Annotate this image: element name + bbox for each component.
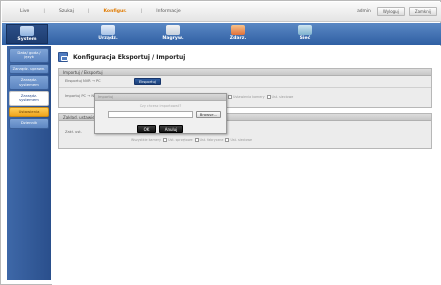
sidebar-item-log[interactable]: Dziennik <box>9 118 49 129</box>
tab-label: Urządz. <box>98 36 118 41</box>
content-area: Konfiguracja Eksportuj / Importuj Import… <box>52 46 441 285</box>
tab-label: Sieć <box>299 36 311 41</box>
main-tab-bar: System Urządz. Nagryw. Zdarz. Sieć <box>2 23 441 45</box>
nav-info[interactable]: Informacje <box>156 9 180 14</box>
sidebar-item-date-time-language[interactable]: Data/ godz./ język <box>9 48 49 63</box>
import-options: Ustawienia kamery Ust. sieciowe <box>227 95 293 99</box>
username-label: admin <box>357 9 371 14</box>
sidebar-subitem-settings[interactable]: Ustawienia <box>9 106 49 118</box>
user-area: admin Wyloguj Zamknij <box>357 7 437 16</box>
network-settings-label: Ust. sieciowe <box>271 95 294 99</box>
tab-label: Zdarz. <box>229 36 247 41</box>
sidebar-item-label: Zarządz. systemem <box>19 77 39 87</box>
sidebar-item-label: Data/ godz./ język <box>17 50 41 60</box>
browse-button[interactable]: Browse... <box>196 111 221 118</box>
close-button[interactable]: Zamknij <box>408 7 437 16</box>
tab-label: System <box>17 37 37 42</box>
tab-label: Nagryw. <box>162 36 184 41</box>
network-settings-checkbox[interactable] <box>266 95 271 99</box>
page-title: Konfiguracja Eksportuj / Importuj <box>73 53 186 61</box>
nav-search[interactable]: Szukaj <box>59 9 74 14</box>
nav-setup[interactable]: Konfigur. <box>103 9 126 14</box>
ok-button[interactable]: OK <box>137 125 156 133</box>
nav-live[interactable]: Live <box>20 9 29 14</box>
app-window: Live | Szukaj | Konfigur. | Informacje a… <box>0 0 441 285</box>
sidebar-item-label: Zarządz. systemem <box>19 93 39 103</box>
sidebar-item-system-management[interactable]: Zarządz. systemem <box>9 75 49 91</box>
tab-event[interactable]: Zdarz. <box>217 24 259 44</box>
device-icon <box>101 25 115 35</box>
dialog-message: Czy chcesz importować? <box>139 104 182 108</box>
tab-network[interactable]: Sieć <box>284 24 326 44</box>
export-button[interactable]: Eksportuj <box>134 78 161 85</box>
camera-settings-checkbox[interactable] <box>228 95 232 99</box>
network-icon <box>298 25 312 35</box>
option-all-cameras: Wszystkie kamery <box>131 138 161 142</box>
option-factory: Ust. fabryczne <box>199 138 224 142</box>
tab-device[interactable]: Urządz. <box>87 24 129 44</box>
factory-label: Zakł. ust. <box>65 130 82 134</box>
sidebar-item-label: Zarządz. uprawn. <box>12 65 46 71</box>
record-icon <box>166 25 180 35</box>
sidebar-subitem-system-management[interactable]: Zarządz. systemem <box>9 91 49 106</box>
sidebar-item-label: Dziennik <box>20 120 38 126</box>
cancel-button[interactable]: Anuluj <box>159 125 183 133</box>
top-navigation: Live | Szukaj | Konfigur. | Informacje <box>20 9 181 14</box>
system-monitor-icon <box>20 26 34 36</box>
panel-header: Importuj / Eksportuj <box>59 69 431 76</box>
top-menu-bar: Live | Szukaj | Konfigur. | Informacje a… <box>2 2 441 22</box>
network-checkbox[interactable] <box>225 138 230 142</box>
dialog-title: Importuj <box>95 94 226 101</box>
option-hardware: Ust. sprzętowe <box>168 138 193 142</box>
camera-settings-label: Ustawienia kamery <box>233 95 265 99</box>
factory-checkbox[interactable] <box>194 138 199 142</box>
sidebar: Data/ godz./ język Zarządz. uprawn. Zarz… <box>7 46 51 280</box>
export-label: Eksportuj NVR → PC <box>65 79 101 83</box>
logout-button[interactable]: Wyloguj <box>376 7 405 16</box>
nav-separator: | <box>43 9 45 14</box>
file-path-input[interactable] <box>108 111 193 118</box>
sidebar-item-label: Ustawienia <box>18 108 40 114</box>
hardware-checkbox[interactable] <box>163 138 168 142</box>
import-dialog: Importuj Czy chcesz importować? Browse..… <box>94 93 227 134</box>
export-row: Eksportuj NVR → PC Eksportuj <box>59 76 431 88</box>
option-network: Ust. sieciowe <box>230 138 253 142</box>
config-icon <box>58 52 68 62</box>
page-header: Konfiguracja Eksportuj / Importuj <box>58 52 185 62</box>
sidebar-item-permissions[interactable]: Zarządz. uprawn. <box>9 63 49 75</box>
nav-separator: | <box>140 9 143 14</box>
factory-options: Wszystkie kamery Ust. sprzętowe Ust. fab… <box>131 138 252 142</box>
event-icon <box>231 25 245 35</box>
nav-separator: | <box>87 9 90 14</box>
tab-system[interactable]: System <box>6 24 48 44</box>
tab-record[interactable]: Nagryw. <box>152 24 194 44</box>
